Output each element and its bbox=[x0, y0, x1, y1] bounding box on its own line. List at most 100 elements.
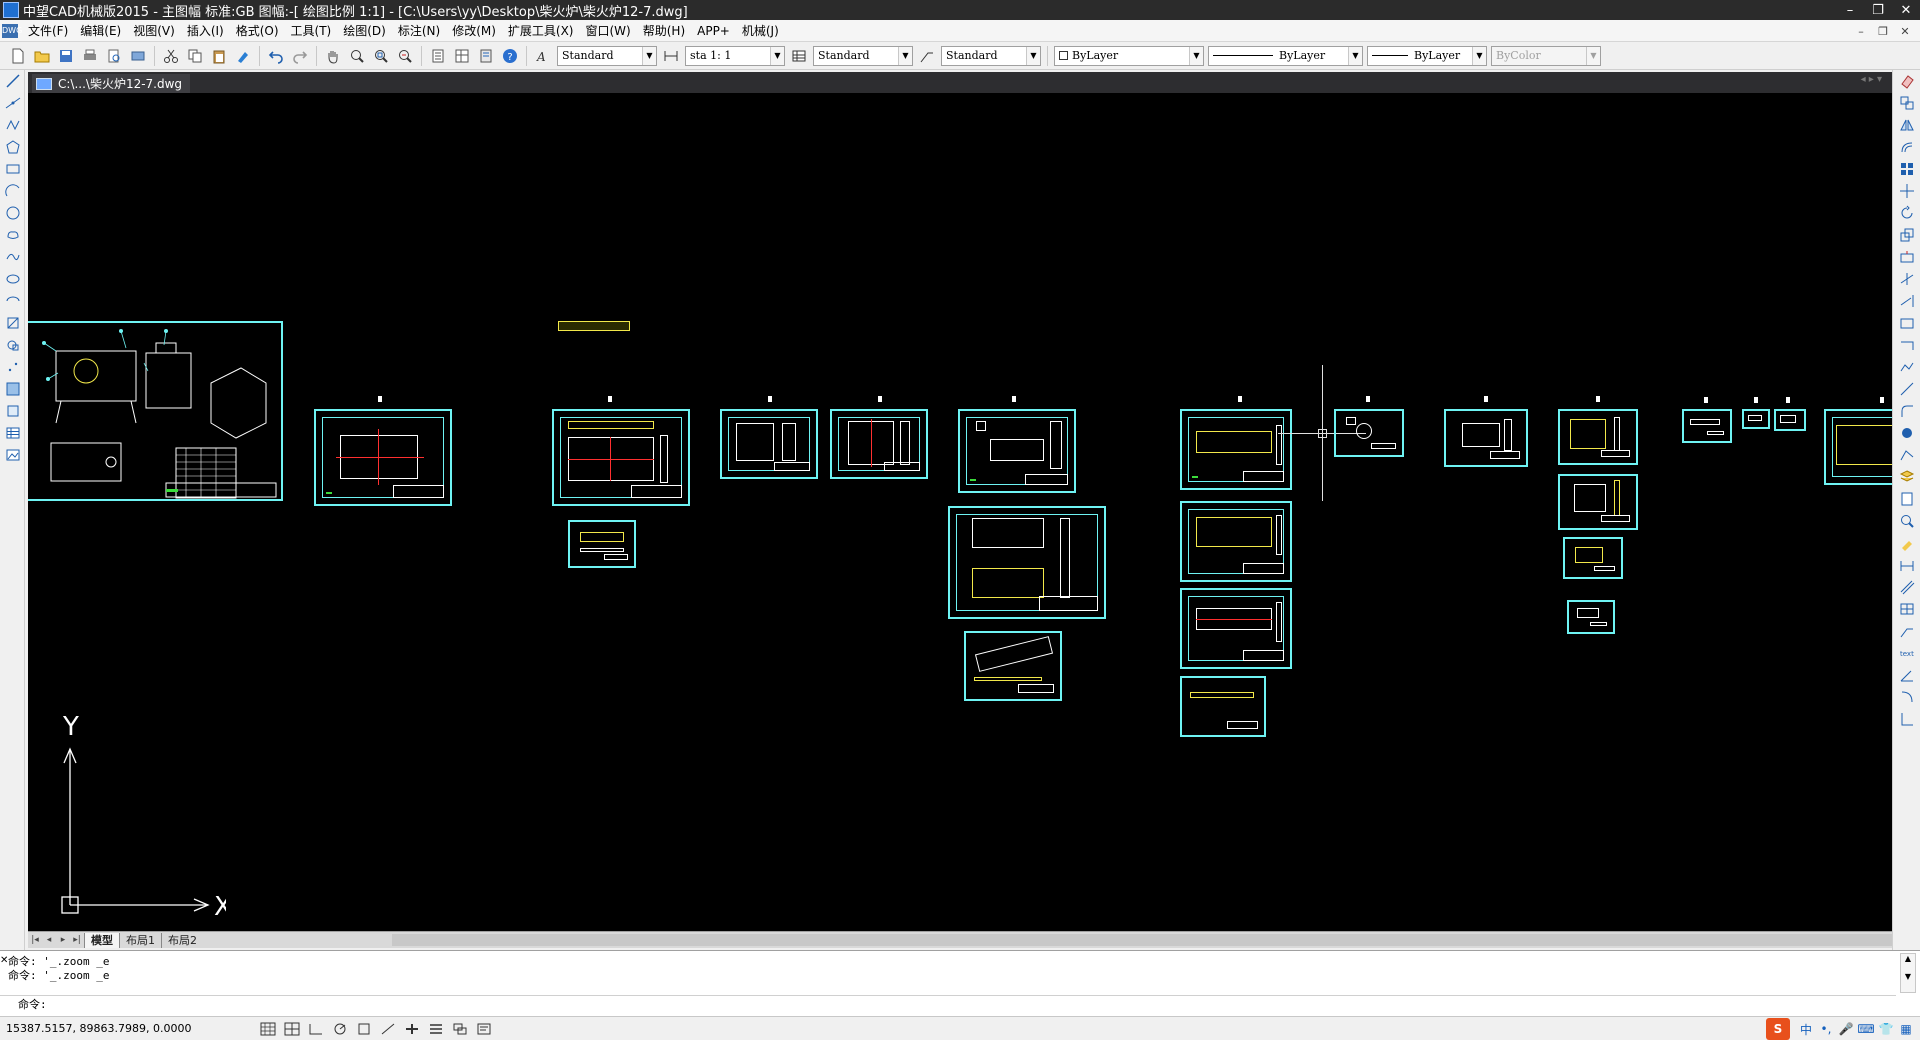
circle-icon[interactable] bbox=[0, 202, 25, 224]
table-icon[interactable] bbox=[0, 422, 25, 444]
mirror-icon[interactable] bbox=[1893, 114, 1920, 136]
menu-window[interactable]: 窗口(W) bbox=[580, 20, 637, 42]
drawing-sheet-08[interactable] bbox=[948, 506, 1106, 619]
hatch-icon[interactable] bbox=[0, 378, 25, 400]
command-input[interactable]: 命令: bbox=[0, 995, 1896, 1015]
drawing-sheet-05[interactable] bbox=[720, 409, 818, 479]
drawing-sheet-02[interactable] bbox=[314, 409, 452, 506]
maximize-button[interactable]: ❐ bbox=[1864, 0, 1892, 20]
save-icon[interactable] bbox=[56, 46, 76, 66]
polyline-icon[interactable] bbox=[0, 114, 25, 136]
angle-dimension-icon[interactable] bbox=[1893, 664, 1920, 686]
radius-dimension-icon[interactable] bbox=[1893, 686, 1920, 708]
drawing-sheet-12[interactable] bbox=[1180, 588, 1292, 669]
text-icon[interactable]: text bbox=[1893, 642, 1920, 664]
undo-icon[interactable] bbox=[266, 46, 286, 66]
menu-tools[interactable]: 工具(T) bbox=[285, 20, 338, 42]
osnap-toggle-icon[interactable] bbox=[353, 1020, 375, 1038]
toolbox-icon[interactable]: ▦ bbox=[1896, 1019, 1916, 1039]
doc-close-button[interactable]: ✕ bbox=[1894, 20, 1916, 42]
paste-icon[interactable] bbox=[209, 46, 229, 66]
drawing-sheet-17[interactable] bbox=[1558, 474, 1638, 530]
ordinate-dimension-icon[interactable] bbox=[1893, 708, 1920, 730]
drawing-sheet-20[interactable] bbox=[1682, 409, 1732, 443]
ellipse-icon[interactable] bbox=[0, 268, 25, 290]
make-block-icon[interactable] bbox=[0, 334, 25, 356]
drawing-sheet-assembly[interactable] bbox=[28, 321, 283, 501]
properties-panel-icon[interactable] bbox=[1893, 488, 1920, 510]
insert-block-icon[interactable] bbox=[0, 312, 25, 334]
scale-select[interactable]: sta 1: 1 ▼ bbox=[685, 45, 785, 66]
zoom-realtime-icon[interactable] bbox=[347, 46, 367, 66]
layer-select[interactable]: ByLayer ▼ bbox=[1054, 45, 1204, 66]
minimize-button[interactable]: – bbox=[1836, 0, 1864, 20]
multileader-style-select[interactable]: Standard ▼ bbox=[941, 45, 1041, 66]
line-tool-icon[interactable] bbox=[0, 70, 25, 92]
layer-manager-icon[interactable] bbox=[1893, 466, 1920, 488]
construction-line-icon[interactable] bbox=[0, 92, 25, 114]
region-icon[interactable] bbox=[0, 400, 25, 422]
menu-format[interactable]: 格式(O) bbox=[230, 20, 285, 42]
cut-icon[interactable] bbox=[161, 46, 181, 66]
drawing-sheet-13[interactable] bbox=[1180, 676, 1266, 737]
properties-icon[interactable] bbox=[428, 46, 448, 66]
drawing-sheet-19[interactable] bbox=[1567, 600, 1615, 634]
first-tab-icon[interactable]: |◂ bbox=[28, 935, 42, 945]
close-button[interactable]: ✕ bbox=[1892, 0, 1920, 20]
drawing-sheet-04[interactable] bbox=[568, 520, 636, 568]
prev-tab-icon[interactable]: ◂ bbox=[42, 935, 56, 945]
explode-icon[interactable] bbox=[1893, 422, 1920, 444]
lineweight-select[interactable]: ByLayer ▼ bbox=[1367, 45, 1487, 66]
menu-app-plus[interactable]: APP+ bbox=[691, 20, 736, 42]
ime-mode-indicator[interactable]: 中 bbox=[1796, 1019, 1816, 1039]
copy-icon[interactable] bbox=[185, 46, 205, 66]
drawing-sheet-09[interactable] bbox=[964, 631, 1062, 701]
drawing-sheet-10[interactable] bbox=[1180, 409, 1292, 490]
punctuation-icon[interactable]: •, bbox=[1816, 1019, 1836, 1039]
doc-minimize-button[interactable]: – bbox=[1850, 20, 1872, 42]
scale-icon[interactable] bbox=[1893, 224, 1920, 246]
drawing-sheet-11[interactable] bbox=[1180, 501, 1292, 582]
stretch-icon[interactable] bbox=[1893, 246, 1920, 268]
tab-model[interactable]: 模型 bbox=[84, 932, 119, 948]
drawing-sheet-16[interactable] bbox=[1558, 409, 1638, 465]
drawing-sheet-23[interactable] bbox=[1824, 409, 1892, 485]
menu-help[interactable]: 帮助(H) bbox=[637, 20, 691, 42]
drawing-sheet-22[interactable] bbox=[1774, 409, 1806, 431]
print-preview-icon[interactable] bbox=[104, 46, 124, 66]
open-folder-icon[interactable] bbox=[32, 46, 52, 66]
break-icon[interactable] bbox=[1893, 334, 1920, 356]
menu-modify[interactable]: 修改(M) bbox=[446, 20, 502, 42]
move-icon[interactable] bbox=[1893, 180, 1920, 202]
keyboard-icon[interactable]: ⌨ bbox=[1856, 1019, 1876, 1039]
menu-insert[interactable]: 插入(I) bbox=[181, 20, 230, 42]
new-file-icon[interactable] bbox=[8, 46, 28, 66]
shirt-skin-icon[interactable]: 👕 bbox=[1876, 1019, 1896, 1039]
image-icon[interactable] bbox=[0, 444, 25, 466]
aligned-dimension-icon[interactable] bbox=[1893, 576, 1920, 598]
match-properties-icon[interactable] bbox=[233, 46, 253, 66]
drawing-sheet-07[interactable] bbox=[958, 409, 1076, 493]
trim-icon[interactable] bbox=[1893, 268, 1920, 290]
model-space-canvas[interactable]: Y X bbox=[28, 93, 1892, 931]
menu-file[interactable]: 文件(F) bbox=[22, 20, 74, 42]
text-style-icon[interactable]: A bbox=[533, 46, 553, 66]
drawing-sheet-21[interactable] bbox=[1742, 409, 1770, 429]
spline-icon[interactable] bbox=[0, 246, 25, 268]
drawing-sheet-03[interactable] bbox=[552, 409, 690, 506]
design-center-icon[interactable] bbox=[452, 46, 472, 66]
linetype-select[interactable]: ByLayer ▼ bbox=[1208, 45, 1363, 66]
snap-toggle-icon[interactable] bbox=[257, 1020, 279, 1038]
table-style-select[interactable]: Standard ▼ bbox=[813, 45, 913, 66]
offset-icon[interactable] bbox=[1893, 136, 1920, 158]
array-icon[interactable] bbox=[1893, 158, 1920, 180]
sogou-ime-logo[interactable]: S bbox=[1766, 1018, 1790, 1040]
model-paper-toggle-icon[interactable] bbox=[425, 1020, 447, 1038]
publish-icon[interactable] bbox=[128, 46, 148, 66]
table-insert-icon[interactable] bbox=[1893, 598, 1920, 620]
join-icon[interactable] bbox=[1893, 356, 1920, 378]
fillet-icon[interactable] bbox=[1893, 400, 1920, 422]
quick-properties-icon[interactable] bbox=[473, 1020, 495, 1038]
polygon-icon[interactable] bbox=[0, 136, 25, 158]
document-menu-icon[interactable]: DWG bbox=[2, 23, 22, 38]
